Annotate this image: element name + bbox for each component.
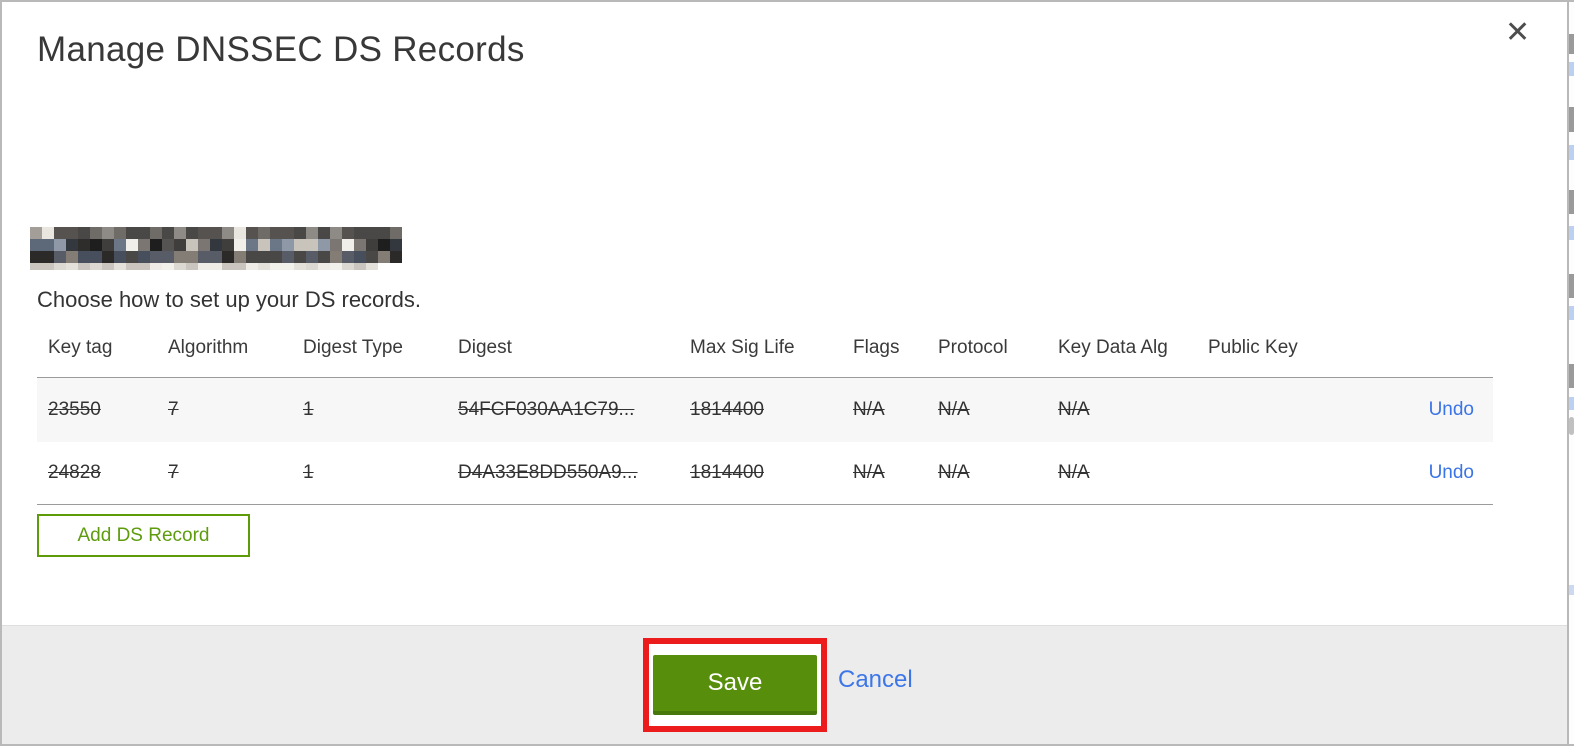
cell-key-data-alg: N/A — [1058, 462, 1090, 483]
background-scrollbar-thumb — [1569, 417, 1574, 435]
column-header: Key Data Alg — [1058, 337, 1168, 358]
cell-digest: D4A33E8DD550A9... — [458, 462, 638, 483]
undo-link[interactable]: Undo — [1358, 462, 1493, 484]
cell-flags: N/A — [853, 462, 885, 483]
undo-link[interactable]: Undo — [1358, 399, 1493, 421]
save-highlight-annotation: Save — [643, 638, 827, 732]
column-header: Digest Type — [303, 337, 403, 358]
table-header-row: Key tag Algorithm Digest Type Digest Max Sig… — [37, 332, 1493, 378]
cell-key-tag: 23550 — [48, 399, 101, 420]
add-ds-record-button[interactable]: Add DS Record — [37, 514, 250, 557]
cell-protocol: N/A — [938, 462, 970, 483]
dialog-title: Manage DNSSEC DS Records — [37, 30, 525, 69]
manage-dnssec-dialog: ✕ Manage DNSSEC DS Records Choose how to… — [0, 0, 1569, 746]
save-button[interactable]: Save — [653, 655, 817, 715]
table-row: 23550 7 1 54FCF030AA1C79... 1814400 N/A N/A N/A… — [37, 378, 1493, 442]
cancel-link[interactable]: Cancel — [838, 666, 913, 694]
column-header: Digest — [458, 337, 512, 358]
dialog-footer: Save Cancel — [2, 625, 1567, 744]
column-header: Public Key — [1208, 337, 1298, 358]
column-header: Max Sig Life — [690, 337, 795, 358]
cell-max-sig-life: 1814400 — [690, 399, 764, 420]
column-header: Flags — [853, 337, 900, 358]
table-body: 23550 7 1 54FCF030AA1C79... 1814400 N/A N/A N/A… — [37, 378, 1493, 505]
cell-digest: 54FCF030AA1C79... — [458, 399, 635, 420]
cell-max-sig-life: 1814400 — [690, 462, 764, 483]
cell-key-tag: 24828 — [48, 462, 101, 483]
redacted-domain-name — [30, 227, 402, 270]
cell-digest-type: 1 — [303, 462, 314, 483]
column-header: Protocol — [938, 337, 1008, 358]
column-header: Key tag — [48, 337, 113, 358]
column-header: Algorithm — [168, 337, 249, 358]
ds-records-table: Key tag Algorithm Digest Type Digest Max Sig… — [37, 332, 1493, 505]
cell-algorithm: 7 — [168, 462, 179, 483]
close-icon[interactable]: ✕ — [1505, 18, 1530, 48]
cell-algorithm: 7 — [168, 399, 179, 420]
cell-protocol: N/A — [938, 399, 970, 420]
cell-key-data-alg: N/A — [1058, 399, 1090, 420]
cell-digest-type: 1 — [303, 399, 314, 420]
background-page-sliver — [1569, 0, 1574, 746]
table-row: 24828 7 1 D4A33E8DD550A9... 1814400 N/A N/A N/A… — [37, 442, 1493, 505]
cell-flags: N/A — [853, 399, 885, 420]
instruction-text: Choose how to set up your DS records. — [37, 287, 421, 312]
